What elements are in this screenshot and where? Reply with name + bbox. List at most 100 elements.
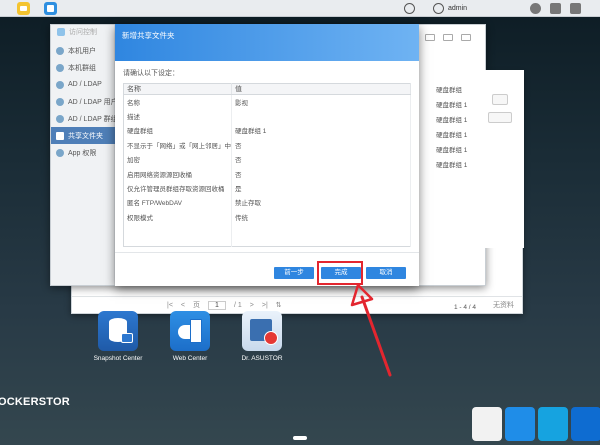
page-total: / 1 [234, 301, 242, 309]
setting-name: 描述 [123, 108, 232, 124]
sidebar-item-0[interactable]: 本机用户 [51, 42, 115, 59]
setting-name: 加密 [123, 152, 232, 167]
sidebar-item-5[interactable]: 共享文件夹 [51, 127, 115, 144]
sidebar-item-label: 本机群组 [68, 64, 96, 72]
user-icon [56, 46, 64, 55]
dock-app-icon[interactable] [538, 407, 568, 441]
previous-button[interactable]: 前一步 [274, 267, 314, 279]
setting-value: 否 [231, 152, 411, 167]
setting-value: 影视 [231, 94, 411, 109]
setting-value: 禁止存取 [231, 195, 411, 210]
app-label: Web Center [172, 355, 208, 362]
folder-icon [56, 131, 64, 140]
home-icon[interactable] [17, 2, 30, 15]
close-icon[interactable] [461, 34, 471, 41]
pointer-arrow-icon [350, 283, 392, 377]
list-item[interactable]: 硬盘群组 1 [436, 159, 467, 169]
window-title: 访问控制 [51, 25, 114, 39]
dialog-title: 新增共享文件夹 [122, 31, 175, 40]
dock-app-icon[interactable] [505, 407, 535, 441]
table-row: 描述 [123, 108, 411, 124]
sidebar-item-6[interactable]: App 权限 [51, 144, 115, 161]
sidebar-item-label: App 权限 [68, 149, 97, 157]
dock [472, 407, 600, 441]
maximize-icon[interactable] [443, 34, 453, 41]
prev-page-icon[interactable]: < [181, 302, 185, 309]
dialog-body: 请确认以下设定： 名称 值 名称 影视 描述 硬盘群组 硬盘群组 1 不显示于「网络」或「… [123, 68, 411, 247]
sidebar-item-label: AD / LDAP 群组 [68, 115, 115, 123]
table-row: 仅允许管理员群组存取资源回收桶是 [123, 180, 411, 196]
sidebar-item-1[interactable]: 本机群组 [51, 59, 115, 76]
highlight-box [317, 261, 363, 285]
setting-value: 是 [231, 180, 411, 196]
app-icon [56, 148, 64, 157]
user-menu[interactable]: admin [433, 3, 467, 14]
dr-asustor-icon [242, 311, 282, 351]
ad-icon [56, 80, 64, 89]
page-input[interactable]: 1 [208, 300, 226, 310]
settings-icon[interactable] [550, 3, 561, 14]
table-filler [123, 224, 411, 247]
notification-icon[interactable] [530, 3, 541, 14]
grid-icon[interactable] [570, 3, 581, 14]
table-row: 加密否 [123, 152, 411, 167]
sidebar-item-3[interactable]: AD / LDAP 用户 [51, 93, 115, 110]
desktop-app-web-center[interactable]: Web Center [155, 311, 225, 362]
web-center-icon [170, 311, 210, 351]
list-item[interactable]: 硬盘群组 1 [436, 114, 467, 124]
dialog-intro: 请确认以下设定： [123, 70, 179, 77]
dialog-footer: 前一步 完成 取消 [115, 252, 419, 286]
table-row: 硬盘群组 硬盘群组 1 [123, 123, 411, 138]
setting-name: 匿名 FTP/WebDAV [123, 195, 232, 210]
access-control-taskbar-icon[interactable] [44, 2, 57, 15]
home-indicator [293, 436, 307, 440]
taskbar-status [404, 3, 415, 14]
desktop-app-dr-asustor[interactable]: Dr. ASUSTOR [227, 311, 297, 362]
refresh-icon[interactable] [404, 3, 415, 14]
no-data-label: 无资料 [493, 302, 514, 309]
sidebar-item-label: 本机用户 [68, 47, 96, 55]
setting-name: 权限模式 [123, 209, 232, 225]
last-page-icon[interactable]: >| [262, 302, 268, 309]
setting-value: 否 [231, 137, 411, 153]
sidebar-item-2[interactable]: AD / LDAP [51, 76, 115, 93]
table-row: 启用网络资源源回收桶否 [123, 166, 411, 181]
dock-app-icon[interactable] [571, 407, 600, 441]
first-page-icon[interactable]: |< [167, 302, 173, 309]
access-control-sidebar: 访问控制 本机用户本机群组 AD / LDAP AD / LDAP 用户 AD / L… [51, 25, 115, 285]
table-row: 名称 影视 [123, 94, 411, 109]
column-header-name: 名称 [123, 83, 232, 95]
dock-app-icon[interactable] [472, 407, 502, 441]
sidebar-item-4[interactable]: AD / LDAP 群组 [51, 110, 115, 127]
setting-name: 名称 [123, 94, 232, 109]
window-title-text: 访问控制 [69, 29, 97, 36]
view-toggle-icon[interactable] [492, 94, 508, 105]
setting-name: 仅允许管理员群组存取资源回收桶 [123, 180, 232, 196]
table-row: 不显示于「网络」或「网上邻居」中否 [123, 137, 411, 153]
next-page-icon[interactable]: > [250, 302, 254, 309]
setting-name: 不显示于「网络」或「网上邻居」中 [123, 137, 232, 153]
sidebar-item-label: AD / LDAP [68, 81, 102, 88]
taskbar: admin [0, 0, 600, 17]
sidebar-item-label: 共享文件夹 [68, 132, 103, 140]
list-item[interactable]: 硬盘群组 1 [436, 99, 467, 109]
refresh-list-icon[interactable]: ⇅ [276, 301, 282, 309]
group-icon [56, 63, 64, 72]
minimize-icon[interactable] [425, 34, 435, 41]
list-item[interactable]: 硬盘群组 1 [436, 144, 467, 154]
ad-group-icon [56, 114, 64, 123]
setting-value: 传统 [231, 209, 411, 225]
sort-dropdown[interactable] [488, 112, 512, 123]
ad-user-icon [56, 97, 64, 106]
app-label: Dr. ASUSTOR [241, 355, 283, 362]
list-item[interactable]: 硬盘群组 1 [436, 129, 467, 139]
desktop-app-snapshot-center[interactable]: Snapshot Center [83, 311, 153, 362]
user-name: admin [448, 5, 468, 12]
table-row: 权限模式 传统 [123, 209, 411, 225]
column-header-value: 值 [231, 83, 411, 95]
snapshot-center-icon [98, 311, 138, 351]
table-row: 匿名 FTP/WebDAV 禁止存取 [123, 195, 411, 210]
new-shared-folder-dialog: 新增共享文件夹 请确认以下设定： 名称 值 名称 影视 描述 硬盘群组 硬盘群组 1 不显… [115, 24, 419, 286]
sidebar-nav: 本机用户本机群组 AD / LDAP AD / LDAP 用户 AD / LDAP 群… [51, 42, 115, 161]
cancel-button[interactable]: 取消 [366, 267, 406, 279]
